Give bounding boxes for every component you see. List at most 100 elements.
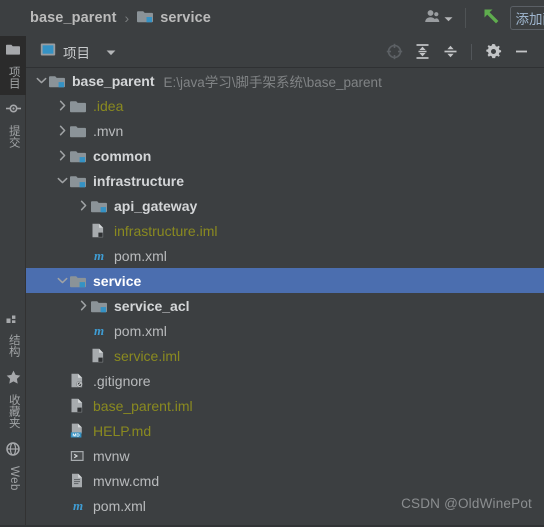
- sidebar-item-structure-label: 结构: [7, 334, 20, 357]
- project-panel-title: 项目: [63, 45, 90, 61]
- tree-row-label: infrastructure: [93, 172, 185, 189]
- tree-row-icon: [70, 124, 89, 138]
- tree-row[interactable]: common: [26, 143, 544, 168]
- folder-icon: [5, 43, 21, 61]
- tree-row[interactable]: service.iml: [26, 343, 544, 368]
- tree-row-icon: [70, 473, 89, 488]
- jump-to-source-button[interactable]: [472, 5, 510, 32]
- sidebar-item-favorites[interactable]: 收藏夹: [0, 363, 26, 435]
- tree-row[interactable]: base_parent E:\java学习\脚手架系统\base_parent: [26, 68, 544, 93]
- user-icon: [424, 8, 441, 29]
- svg-text:MD: MD: [73, 433, 81, 438]
- tree-row[interactable]: MD HELP.md: [26, 418, 544, 443]
- tree-row-label: service_acl: [114, 297, 190, 314]
- tree-row[interactable]: .mvn: [26, 118, 544, 143]
- expand-all-icon[interactable]: [409, 39, 435, 65]
- user-menu-button[interactable]: [420, 8, 459, 29]
- module-folder-icon: [70, 149, 87, 163]
- folder-icon: [70, 124, 87, 138]
- tree-row[interactable]: service_acl: [26, 293, 544, 318]
- sidebar-item-project[interactable]: 项目: [0, 36, 26, 95]
- tree-row[interactable]: .gitignore: [26, 368, 544, 393]
- tree-row-label: pom.xml: [114, 322, 167, 339]
- tree-row-label: .idea: [93, 97, 124, 114]
- gitignore-file-icon: [70, 373, 84, 388]
- breadcrumb-item-root[interactable]: base_parent: [30, 10, 117, 26]
- tree-row-label: mvnw: [93, 447, 130, 464]
- chevron-down-icon[interactable]: [55, 268, 70, 293]
- maven-pom-icon: m: [91, 323, 107, 338]
- chevron-right-icon[interactable]: [55, 118, 70, 143]
- tree-row-icon: [70, 99, 89, 113]
- breadcrumb-bar: base_parent › service 添加: [0, 0, 544, 36]
- project-panel-selector[interactable]: 项目: [26, 42, 116, 62]
- tree-row-label: service.iml: [114, 347, 181, 364]
- tree-row-label: infrastructure.iml: [114, 222, 218, 239]
- add-configuration-label: 添加配: [515, 12, 544, 27]
- svg-text:m: m: [94, 248, 104, 263]
- tree-row-icon: [70, 398, 89, 413]
- text-file-icon: [70, 473, 84, 488]
- sidebar-item-commit-label: 提交: [7, 125, 20, 148]
- module-folder-icon: [70, 174, 87, 188]
- tree-row-icon: [70, 373, 89, 388]
- tree-row[interactable]: api_gateway: [26, 193, 544, 218]
- minimize-icon[interactable]: [508, 39, 534, 65]
- locate-target-icon[interactable]: [381, 39, 407, 65]
- sidebar-item-commit[interactable]: 提交: [0, 95, 26, 154]
- project-tree[interactable]: base_parent E:\java学习\脚手架系统\base_parent .i…: [26, 68, 544, 527]
- chevron-down-icon[interactable]: [55, 168, 70, 193]
- tree-row[interactable]: .idea: [26, 93, 544, 118]
- project-panel-toolbar-actions: [381, 39, 544, 65]
- tool-window-stripe-left: 项目 提交 结构 收藏夹 Web: [0, 36, 26, 527]
- tree-row-icon: [91, 299, 110, 313]
- iml-file-icon: [70, 398, 84, 413]
- collapse-all-icon[interactable]: [437, 39, 463, 65]
- tree-row-label: service: [93, 272, 142, 289]
- folder-icon: [70, 99, 87, 113]
- svg-text:m: m: [94, 323, 104, 338]
- tree-row-icon: MD: [70, 423, 89, 438]
- commit-icon: [5, 102, 21, 120]
- tree-row[interactable]: mvnw: [26, 443, 544, 468]
- tree-row[interactable]: infrastructure: [26, 168, 544, 193]
- green-arrow-icon: [480, 5, 502, 32]
- tree-row-icon: m: [91, 323, 110, 338]
- toolbar-divider: [464, 8, 466, 28]
- tree-row-path: E:\java学习\脚手架系统\base_parent: [163, 74, 382, 90]
- gear-icon[interactable]: [480, 39, 506, 65]
- tree-row[interactable]: infrastructure.iml: [26, 218, 544, 243]
- chevron-right-icon[interactable]: [55, 143, 70, 168]
- tree-row[interactable]: service: [26, 268, 544, 293]
- structure-icon: [6, 311, 20, 329]
- tree-row[interactable]: mvnw.cmd: [26, 468, 544, 493]
- module-folder-icon: [49, 74, 66, 88]
- add-configuration-button[interactable]: 添加配: [509, 6, 544, 30]
- tree-row-label: api_gateway: [114, 197, 198, 214]
- tree-row[interactable]: base_parent.iml: [26, 393, 544, 418]
- sidebar-item-web[interactable]: Web: [0, 435, 26, 497]
- tree-row-label: .gitignore: [93, 372, 151, 389]
- breadcrumb-item-current[interactable]: service: [137, 9, 211, 28]
- breadcrumb-root-label: base_parent: [30, 10, 117, 26]
- stripe-spacer-top: [0, 154, 25, 304]
- chevron-right-icon[interactable]: [55, 93, 70, 118]
- chevron-down-icon: [106, 43, 116, 61]
- tree-row-icon: [70, 174, 89, 188]
- chevron-right-icon[interactable]: [76, 293, 91, 318]
- tree-row[interactable]: m pom.xml: [26, 318, 544, 343]
- sidebar-item-structure[interactable]: 结构: [0, 304, 26, 363]
- tree-row-label: base_parent: [72, 72, 155, 89]
- chevron-down-icon: [444, 9, 453, 27]
- chevron-right-icon[interactable]: [76, 193, 91, 218]
- tree-row[interactable]: m pom.xml: [26, 243, 544, 268]
- maven-pom-icon: m: [91, 248, 107, 263]
- tree-row-label: HELP.md: [93, 422, 152, 439]
- chevron-down-icon[interactable]: [34, 68, 49, 93]
